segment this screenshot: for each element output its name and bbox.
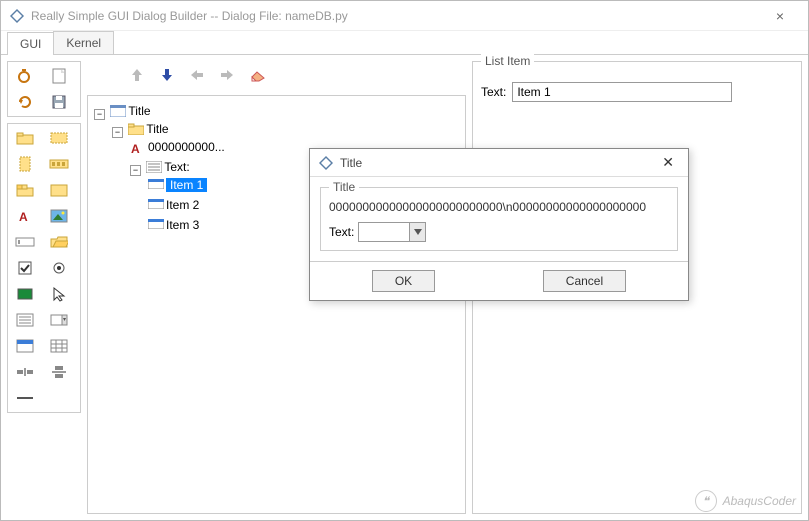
v-splitter-icon[interactable] <box>46 362 72 382</box>
dialog-content-text: 00000000000000000000000000\n000000000000… <box>329 200 669 214</box>
tree-node-item[interactable]: Item 3 <box>148 218 199 232</box>
text-label-icon[interactable]: A <box>12 206 38 226</box>
dialog-group-legend: Title <box>329 180 359 194</box>
tree-node-label[interactable]: A 0000000000... <box>130 140 225 154</box>
dialog-icon <box>318 155 334 171</box>
ok-button[interactable]: OK <box>372 270 435 292</box>
list-widget-icon <box>146 161 160 173</box>
property-text-input[interactable] <box>512 82 732 102</box>
tree-node-item[interactable]: Item 2 <box>148 198 199 212</box>
dialog-icon <box>110 105 124 117</box>
tab-gui[interactable]: GUI <box>7 32 54 55</box>
tool-panel-widgets: A <box>7 123 81 413</box>
select-region-icon[interactable] <box>46 128 72 148</box>
cursor-icon[interactable] <box>46 284 72 304</box>
property-legend: List Item <box>481 54 534 68</box>
dropdown-icon[interactable] <box>46 310 72 330</box>
container-icon[interactable] <box>46 180 72 200</box>
tree-node-root[interactable]: Title <box>110 104 150 118</box>
erase-button[interactable] <box>247 65 267 85</box>
h-splitter-icon[interactable] <box>12 362 38 382</box>
list-icon[interactable] <box>12 310 38 330</box>
main-tabs: GUI Kernel <box>1 31 808 55</box>
tree-node-listgroup[interactable]: Text: <box>146 160 189 174</box>
reload-icon[interactable] <box>12 92 38 112</box>
dialog-text-input[interactable] <box>359 223 409 241</box>
filmstrip-icon[interactable] <box>46 154 72 174</box>
table-icon[interactable] <box>46 336 72 356</box>
window-titlebar: Really Simple GUI Dialog Builder -- Dial… <box>1 1 808 31</box>
cancel-button[interactable]: Cancel <box>543 270 626 292</box>
tree-node-folder[interactable]: Title <box>128 122 168 136</box>
folder-icon[interactable] <box>12 128 38 148</box>
dialog-close-button[interactable]: ✕ <box>656 152 680 173</box>
item-icon <box>148 219 162 231</box>
checkbox-icon[interactable] <box>12 258 38 278</box>
folder-icon <box>128 123 142 135</box>
item-icon <box>148 179 162 191</box>
tree-expand-icon[interactable]: − <box>112 127 123 138</box>
tree-expand-icon[interactable]: − <box>94 109 105 120</box>
save-icon[interactable] <box>46 92 72 112</box>
dialog-button-row: OK Cancel <box>310 261 688 300</box>
image-icon[interactable] <box>46 206 72 226</box>
move-right-button[interactable] <box>217 65 237 85</box>
tab-widget-icon[interactable] <box>12 180 38 200</box>
dialog-titlebar[interactable]: Title ✕ <box>310 149 688 177</box>
tree-toolbar <box>87 61 466 89</box>
preview-dialog: Title ✕ Title 00000000000000000000000000… <box>309 148 689 301</box>
color-swatch-icon[interactable] <box>12 284 38 304</box>
svg-text:A: A <box>131 142 140 155</box>
tab-kernel[interactable]: Kernel <box>53 31 114 54</box>
tree-node-item[interactable]: Item 1 <box>148 178 207 192</box>
text-label-icon: A <box>130 141 144 153</box>
new-page-icon[interactable] <box>46 66 72 86</box>
separator-icon[interactable] <box>12 388 38 408</box>
window-close-button[interactable]: × <box>760 8 800 24</box>
toolbox: A <box>7 61 81 514</box>
select-vert-icon[interactable] <box>12 154 38 174</box>
dialog-body: Title 00000000000000000000000000\n000000… <box>310 177 688 261</box>
chevron-down-icon[interactable] <box>409 223 425 241</box>
move-down-button[interactable] <box>157 65 177 85</box>
property-text-label: Text: <box>481 85 506 99</box>
item-icon <box>148 199 162 211</box>
radio-icon[interactable] <box>46 258 72 278</box>
move-left-button[interactable] <box>187 65 207 85</box>
open-folder-icon[interactable] <box>46 232 72 252</box>
dialog-group: Title 00000000000000000000000000\n000000… <box>320 187 678 251</box>
input-icon[interactable] <box>12 232 38 252</box>
app-icon <box>9 8 25 24</box>
svg-text:A: A <box>19 210 28 224</box>
tool-panel-file <box>7 61 81 117</box>
dialog-text-label: Text: <box>329 225 354 239</box>
new-stopwatch-icon[interactable] <box>12 66 38 86</box>
tree-expand-icon[interactable]: − <box>130 165 141 176</box>
dialog-text-combo[interactable] <box>358 222 426 242</box>
dialog-title: Title <box>340 156 656 170</box>
move-up-button[interactable] <box>127 65 147 85</box>
window-title: Really Simple GUI Dialog Builder -- Dial… <box>31 9 760 23</box>
table-header-icon[interactable] <box>12 336 38 356</box>
